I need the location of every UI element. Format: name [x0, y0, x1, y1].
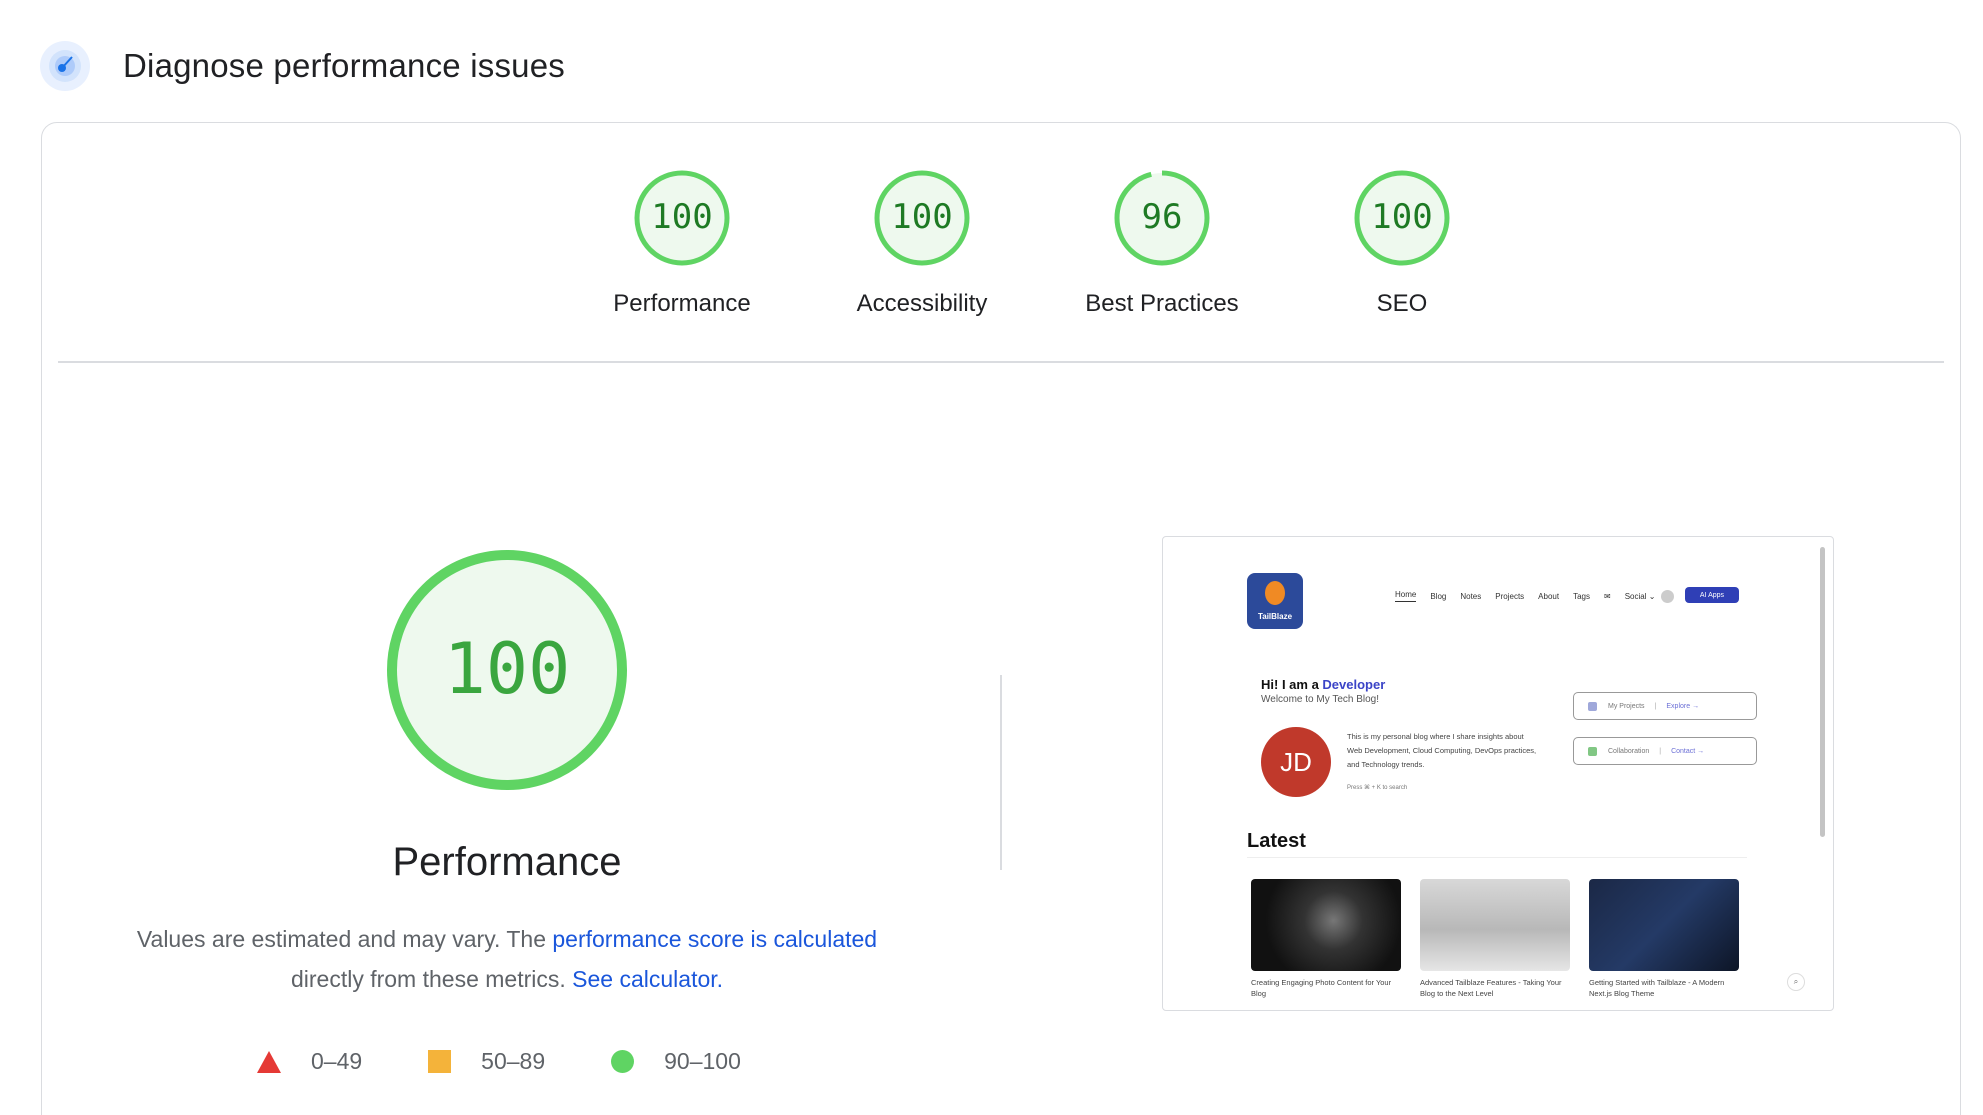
- collaboration-pill: Collaboration | Contact →: [1573, 737, 1757, 765]
- greeting-prefix: Hi! I am a: [1261, 677, 1319, 692]
- gauge-ring: 100: [874, 170, 970, 266]
- nav-item-tags: Tags: [1573, 591, 1590, 601]
- box-icon: [1588, 702, 1597, 711]
- scrollbar: [1820, 547, 1825, 837]
- score-legend: 0–49 50–89 90–100: [257, 1048, 807, 1075]
- latest-heading: Latest: [1247, 830, 1306, 852]
- pill-label: My Projects: [1608, 702, 1645, 710]
- post-thumbnail-code: [1589, 879, 1739, 971]
- triangle-icon: [257, 1050, 281, 1073]
- lighthouse-icon: [40, 41, 90, 91]
- chat-icon: ⌕: [1787, 973, 1805, 991]
- gauge-score: 100: [651, 197, 712, 237]
- pill-separator: |: [1654, 702, 1657, 710]
- page-screenshot[interactable]: TailBlaze Home Blog Notes Projects About…: [1162, 536, 1834, 1011]
- circle-icon: [611, 1050, 635, 1073]
- theme-toggle-icon: [1661, 590, 1674, 603]
- gauge-accessibility[interactable]: 100 Accessibility: [802, 168, 1042, 318]
- gauge-ring: 96: [1114, 170, 1210, 266]
- pill-separator: |: [1659, 747, 1662, 755]
- mascot-icon: [1265, 581, 1285, 605]
- post-caption: Getting Started with Tailblaze - A Moder…: [1589, 978, 1725, 998]
- gauge-best-practices[interactable]: 96 Best Practices: [1042, 168, 1282, 318]
- desc-middle: directly from these metrics.: [290, 966, 566, 992]
- post-thumbnail-camera: [1251, 879, 1401, 971]
- section-header: Diagnose performance issues: [40, 38, 565, 94]
- performance-summary: 100 Performance Values are estimated and…: [42, 548, 972, 999]
- gauge-ring: 100: [634, 170, 730, 266]
- nav-item-projects: Projects: [1495, 591, 1525, 601]
- legend-range: 50–89: [481, 1048, 546, 1074]
- post-caption: Advanced Tailblaze Features - Taking You…: [1420, 978, 1562, 998]
- post-caption: Creating Engaging Photo Content for Your…: [1251, 978, 1392, 998]
- gauge-label: Accessibility: [856, 290, 988, 317]
- pill-link: Contact →: [1671, 747, 1705, 755]
- pill-label: Collaboration: [1608, 747, 1650, 755]
- post-thumbnail-laptop: [1420, 879, 1570, 971]
- legend-fail: 0–49: [257, 1048, 362, 1075]
- see-calculator-link[interactable]: See calculator.: [572, 966, 723, 992]
- avatar: JD: [1261, 727, 1331, 797]
- nav-item-home: Home: [1395, 590, 1417, 602]
- pill-link: Explore →: [1666, 702, 1700, 710]
- nav-item-about: About: [1538, 591, 1560, 601]
- nav-item-blog: Blog: [1430, 591, 1447, 601]
- gauge-score: 100: [891, 197, 952, 237]
- legend-average: 50–89: [428, 1048, 545, 1075]
- gauge-score: 96: [1142, 197, 1183, 237]
- search-hint: Press ⌘ + K to search: [1347, 785, 1408, 791]
- divider: [58, 361, 1944, 363]
- nav-item-social: Social ⌄: [1624, 591, 1656, 601]
- desc-prefix: Values are estimated and may vary. The: [136, 926, 546, 952]
- projects-pill: My Projects | Explore →: [1573, 692, 1757, 720]
- logo-text: TailBlaze: [1257, 612, 1293, 621]
- legend-range: 90–100: [664, 1048, 741, 1074]
- gauge-ring: 100: [1354, 170, 1450, 266]
- performance-description: Values are estimated and may vary. The p…: [107, 919, 907, 999]
- ai-apps-button: AI Apps: [1685, 587, 1739, 603]
- handshake-icon: [1588, 747, 1597, 756]
- mail-icon: ✉: [1603, 591, 1611, 601]
- legend-range: 0–49: [311, 1048, 363, 1074]
- gauge-score: 100: [1371, 197, 1432, 237]
- gauge-label: Best Practices: [1085, 290, 1239, 317]
- greeting-role: Developer: [1322, 677, 1386, 692]
- hero-welcome: Welcome to My Tech Blog!: [1261, 694, 1380, 705]
- nav-item-notes: Notes: [1460, 591, 1482, 601]
- score-gauges: 100 Performance 100 Accessibility 96 Bes…: [562, 168, 1522, 318]
- legend-pass: 90–100: [611, 1048, 741, 1075]
- hero-greeting: Hi! I am a Developer: [1261, 677, 1385, 692]
- site-nav: Home Blog Notes Projects About Tags ✉ So…: [1395, 590, 1669, 602]
- performance-title: Performance: [392, 840, 622, 884]
- gauge-label: Performance: [613, 290, 751, 317]
- gauge-seo[interactable]: 100 SEO: [1282, 168, 1522, 318]
- report-card: 100 Performance 100 Accessibility 96 Bes…: [41, 122, 1961, 1115]
- performance-gauge: 100: [387, 550, 627, 790]
- gauge-performance[interactable]: 100 Performance: [562, 168, 802, 318]
- site-logo: TailBlaze: [1247, 573, 1303, 629]
- performance-score: 100: [444, 628, 570, 710]
- vertical-divider: [1000, 675, 1002, 870]
- hero-bio: This is my personal blog where I share i…: [1347, 732, 1537, 769]
- latest-divider: [1247, 857, 1747, 858]
- section-title: Diagnose performance issues: [123, 47, 565, 84]
- score-calculated-link[interactable]: performance score is calculated: [552, 926, 877, 952]
- gauge-label: SEO: [1376, 290, 1428, 317]
- square-icon: [428, 1050, 452, 1073]
